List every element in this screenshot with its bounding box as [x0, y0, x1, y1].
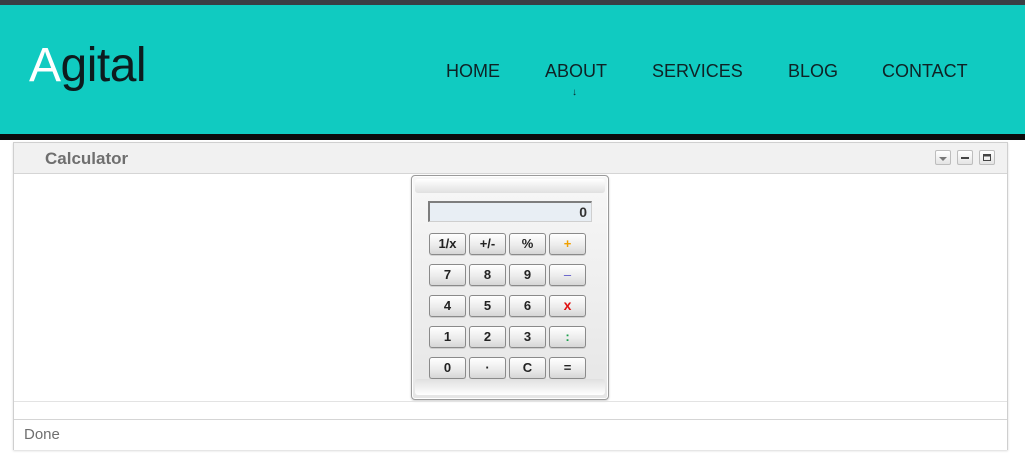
calculator-widget: 0 1/x +/- % + 7 8 9 – 4 5 6 x 1 2 3 : 0 … — [411, 175, 609, 400]
logo-rest: gital — [60, 39, 147, 92]
key-9[interactable]: 9 — [509, 264, 546, 286]
key-0[interactable]: 0 — [429, 357, 466, 379]
brand-logo[interactable]: Agital — [29, 39, 147, 93]
calculator-bottom-bevel — [415, 379, 605, 395]
nav-home[interactable]: HOME — [446, 61, 500, 83]
key-times[interactable]: x — [549, 295, 586, 317]
window-maximize-button[interactable] — [979, 150, 995, 165]
header-divider — [0, 134, 1025, 140]
key-percent[interactable]: % — [509, 233, 546, 255]
content-divider — [14, 401, 1007, 402]
nav-blog[interactable]: BLOG — [788, 61, 838, 83]
key-8[interactable]: 8 — [469, 264, 506, 286]
chevron-down-icon — [939, 157, 947, 161]
status-bar: Done — [14, 419, 1007, 450]
key-5[interactable]: 5 — [469, 295, 506, 317]
about-dropdown-arrow-icon[interactable]: ↓ — [572, 87, 577, 98]
calculator-display: 0 — [428, 201, 592, 222]
maximize-icon — [983, 154, 991, 161]
status-text: Done — [24, 426, 60, 443]
calculator-top-bevel — [415, 179, 605, 193]
key-4[interactable]: 4 — [429, 295, 466, 317]
window-minimize-button[interactable] — [957, 150, 973, 165]
key-7[interactable]: 7 — [429, 264, 466, 286]
key-2[interactable]: 2 — [469, 326, 506, 348]
key-minus[interactable]: – — [549, 264, 586, 286]
site-header: Agital HOME ABOUT ↓ SERVICES BLOG CONTAC… — [0, 5, 1025, 134]
calculator-window: Calculator 0 1/x +/- % + 7 8 9 – 4 5 6 x… — [13, 142, 1008, 450]
key-plus[interactable]: + — [549, 233, 586, 255]
key-3[interactable]: 3 — [509, 326, 546, 348]
nav-services[interactable]: SERVICES — [652, 61, 743, 83]
key-divide[interactable]: : — [549, 326, 586, 348]
key-clear[interactable]: C — [509, 357, 546, 379]
window-menu-button[interactable] — [935, 150, 951, 165]
minimize-icon — [961, 157, 969, 159]
nav-about[interactable]: ABOUT — [545, 61, 607, 83]
key-decimal[interactable]: · — [469, 357, 506, 379]
window-titlebar[interactable]: Calculator — [14, 143, 1007, 174]
key-6[interactable]: 6 — [509, 295, 546, 317]
key-1[interactable]: 1 — [429, 326, 466, 348]
key-reciprocal[interactable]: 1/x — [429, 233, 466, 255]
logo-first-letter: A — [29, 39, 61, 92]
key-equals[interactable]: = — [549, 357, 586, 379]
window-title: Calculator — [45, 149, 129, 168]
nav-contact[interactable]: CONTACT — [882, 61, 968, 83]
key-negate[interactable]: +/- — [469, 233, 506, 255]
